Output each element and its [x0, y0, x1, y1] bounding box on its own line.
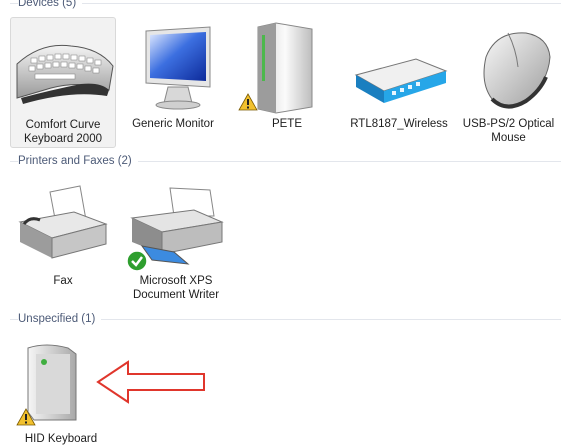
device-label: HID Keyboard Device: [24, 433, 98, 445]
group-label-devices: Devices (5): [18, 0, 83, 10]
printer-label: Fax: [53, 275, 73, 287]
mouse-icon: [456, 17, 561, 122]
group-divider: [10, 3, 561, 4]
fax-icon: [10, 176, 116, 277]
wireless-adapter-icon: [344, 17, 454, 122]
warning-icon: [238, 93, 258, 116]
printer-item-fax[interactable]: Fax: [10, 176, 116, 296]
device-item-monitor[interactable]: Generic Monitor: [118, 17, 228, 148]
device-label: RTL8187_Wireless: [350, 118, 448, 130]
group-header-unspecified[interactable]: Unspecified (1): [0, 312, 561, 328]
device-item-pete[interactable]: PETE: [232, 17, 342, 148]
group-label-printers: Printers and Faxes (2): [18, 154, 138, 168]
warning-icon: [16, 408, 36, 431]
device-item-mouse[interactable]: USB-PS/2 Optical Mouse: [456, 17, 561, 148]
printer-label: Microsoft XPS Document Writer: [132, 275, 220, 301]
group-header-printers[interactable]: Printers and Faxes (2): [0, 154, 561, 170]
device-label: USB-PS/2 Optical Mouse: [462, 118, 555, 144]
monitor-icon: [118, 17, 228, 122]
device-item-keyboard[interactable]: Comfort Curve Keyboard 2000: [10, 17, 116, 148]
default-printer-check-icon: [126, 250, 148, 277]
device-item-wireless[interactable]: RTL8187_Wireless: [344, 17, 454, 148]
devices-and-printers-window: Devices (5) Comfort Curve Keyboard 2000 …: [0, 0, 561, 447]
keyboard-icon: [11, 18, 115, 123]
device-label: Generic Monitor: [132, 118, 214, 130]
device-label: PETE: [271, 118, 303, 130]
red-arrow-icon: [96, 360, 210, 409]
group-label-unspecified: Unspecified (1): [18, 312, 102, 326]
printer-item-xps[interactable]: Microsoft XPS Document Writer: [118, 176, 234, 306]
device-label: Comfort Curve Keyboard 2000: [23, 119, 102, 145]
group-header-devices[interactable]: Devices (5): [0, 0, 561, 12]
